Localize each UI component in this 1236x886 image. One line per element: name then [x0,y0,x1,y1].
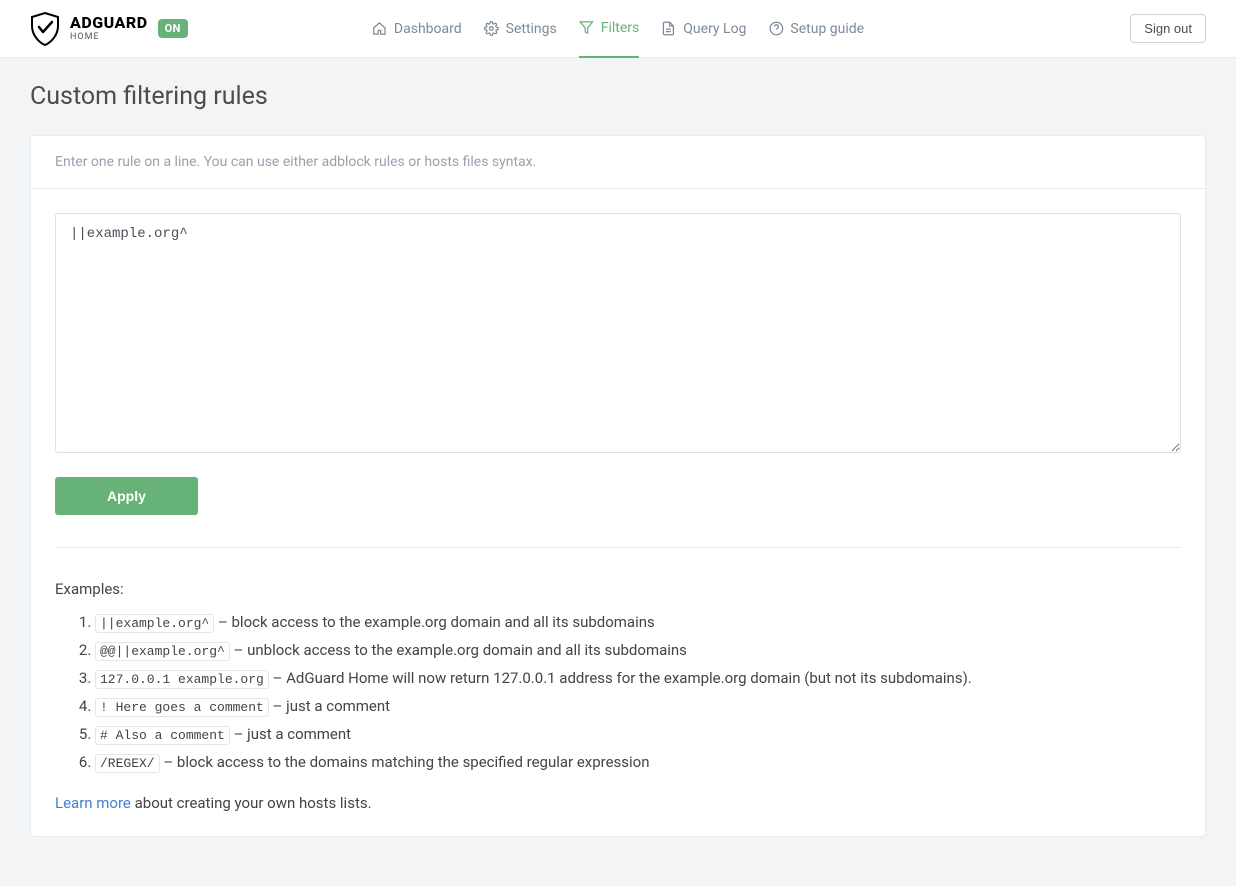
example-desc: – just a comment [230,725,351,743]
example-item: ! Here goes a comment – just a comment [95,692,1181,720]
gear-icon [484,21,499,36]
nav-filters-label: Filters [601,20,640,36]
logo-main: ADGUARD [70,15,148,31]
example-desc: – AdGuard Home will now return 127.0.0.1… [269,669,972,687]
nav-dashboard[interactable]: Dashboard [372,0,462,58]
main-container: Custom filtering rules Enter one rule on… [0,58,1236,861]
rules-textarea[interactable] [55,213,1181,453]
card-body: Apply Examples: ||example.org^ – block a… [31,189,1205,836]
nav-settings-label: Settings [506,21,557,37]
learn-more: Learn more about creating your own hosts… [55,794,1181,812]
examples-label: Examples: [55,580,1181,598]
nav-query-log-label: Query Log [683,21,746,37]
main-nav: Dashboard Settings Filters Query Log Set… [372,0,864,58]
learn-more-text: about creating your own hosts lists. [131,794,372,812]
apply-button[interactable]: Apply [55,477,198,515]
example-code: # Also a comment [95,726,230,745]
filter-icon [579,20,594,35]
shield-icon [30,12,60,46]
example-code: @@||example.org^ [95,642,230,661]
logo-wrap: ADGUARD HOME ON [30,12,188,46]
home-icon [372,21,387,36]
rules-card: Enter one rule on a line. You can use ei… [30,135,1206,837]
example-code: /REGEX/ [95,754,160,773]
status-badge[interactable]: ON [158,19,188,38]
example-item: @@||example.org^ – unblock access to the… [95,636,1181,664]
card-hint: Enter one rule on a line. You can use ei… [31,136,1205,189]
sign-out-button[interactable]: Sign out [1130,14,1206,43]
page-title: Custom filtering rules [30,82,1206,111]
example-code: ! Here goes a comment [95,698,269,717]
logo[interactable]: ADGUARD HOME [30,12,148,46]
example-desc: – block access to the example.org domain… [214,613,655,631]
example-desc: – unblock access to the example.org doma… [230,641,687,659]
example-desc: – block access to the domains matching t… [160,753,650,771]
help-icon [768,21,783,36]
nav-settings[interactable]: Settings [484,0,557,58]
example-code: ||example.org^ [95,614,214,633]
learn-more-link[interactable]: Learn more [55,794,131,812]
example-item: ||example.org^ – block access to the exa… [95,608,1181,636]
nav-query-log[interactable]: Query Log [661,0,746,58]
nav-setup-guide[interactable]: Setup guide [768,0,864,58]
examples-list: ||example.org^ – block access to the exa… [55,608,1181,776]
divider [55,547,1181,548]
logo-sub: HOME [70,33,148,42]
example-code: 127.0.0.1 example.org [95,670,269,689]
app-header: ADGUARD HOME ON Dashboard Settings Filte… [0,0,1236,58]
nav-dashboard-label: Dashboard [394,21,462,37]
example-item: 127.0.0.1 example.org – AdGuard Home wil… [95,664,1181,692]
logo-text: ADGUARD HOME [70,15,148,42]
nav-filters[interactable]: Filters [579,0,640,58]
example-item: /REGEX/ – block access to the domains ma… [95,748,1181,776]
file-icon [661,21,676,36]
example-item: # Also a comment – just a comment [95,720,1181,748]
example-desc: – just a comment [269,697,390,715]
nav-setup-guide-label: Setup guide [790,21,864,37]
